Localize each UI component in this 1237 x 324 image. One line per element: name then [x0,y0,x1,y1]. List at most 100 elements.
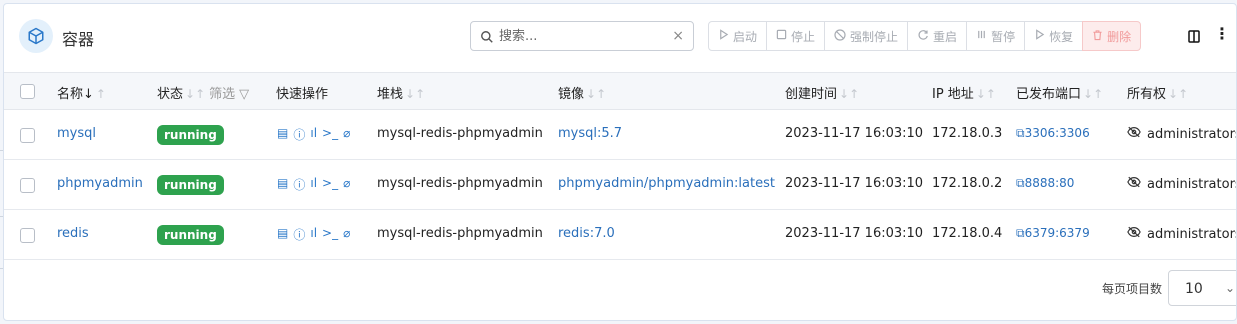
stack-name: mysql-redis-phpmyadmin [377,176,543,191]
quick-actions: ▤ ⓘ ıl >_ ⌀ [277,176,350,193]
stop-button[interactable]: 停止 [766,21,826,51]
column-name[interactable]: 名称↓ ↑ [57,83,106,102]
stack-name: mysql-redis-phpmyadmin [377,226,543,241]
table-header: 名称↓ ↑ 状态 ↓↑ 筛选 ▽ 快速操作 堆栈 ↓↑ 镜像 ↓↑ 创建时间 ↓↑ IP 地址… [4,72,1236,110]
search-icon [480,29,494,48]
stop-label: 停止 [791,29,816,44]
stats-icon[interactable]: ıl [310,226,317,243]
restart-button[interactable]: 重启 [907,21,968,51]
external-link-icon: ⧉ [1016,176,1025,190]
inspect-icon[interactable]: ⓘ [293,226,305,243]
stop-icon [776,29,787,43]
status-badge: running [157,125,224,145]
play-icon [1034,29,1045,43]
stack-name: mysql-redis-phpmyadmin [377,126,543,141]
logs-icon[interactable]: ▤ [277,126,288,143]
more-vertical-icon[interactable]: ⋮ [1214,26,1230,42]
stats-icon[interactable]: ıl [310,126,317,143]
container-name-link[interactable]: redis [57,226,89,241]
start-button[interactable]: 启动 [708,21,768,51]
attach-icon[interactable]: ⌀ [343,126,350,143]
created-time: 2023-11-17 16:03:10 [785,126,924,141]
external-link-icon: ⧉ [1016,226,1025,240]
pause-label: 暂停 [991,29,1016,44]
inspect-icon[interactable]: ⓘ [293,126,305,143]
search-box[interactable]: × [470,21,694,51]
clear-icon[interactable]: × [672,28,684,44]
published-port-link[interactable]: ⧉3306:3306 [1016,126,1090,141]
console-icon[interactable]: >_ [322,126,338,143]
pause-icon [976,29,987,43]
container-name-link[interactable]: phpmyadmin [57,176,143,191]
per-page-value: 10 [1185,281,1203,297]
sort-icon: ↓↑ [839,87,860,101]
column-ports[interactable]: 已发布端口 ↓↑ [1016,83,1103,102]
stats-icon[interactable]: ıl [310,176,317,193]
column-image[interactable]: 镜像 ↓↑ [558,83,606,102]
created-time: 2023-11-17 16:03:10 [785,226,924,241]
restart-label: 重启 [933,29,958,44]
ownership: administrators [1127,176,1236,192]
column-ip[interactable]: IP 地址 ↓↑ [932,83,996,102]
containers-panel: 容器 × 启动 停止 强制停止 重启 [3,3,1237,321]
sort-icon: ↓↑ [975,87,996,101]
ownership: administrators [1127,126,1236,142]
image-link[interactable]: mysql:5.7 [558,126,622,141]
panel-header: 容器 × 启动 停止 强制停止 重启 [4,4,1236,72]
logs-icon[interactable]: ▤ [277,176,288,193]
page-title: 容器 [62,30,95,49]
remove-label: 删除 [1107,29,1132,44]
per-page-label: 每页项目数 [1102,282,1163,296]
resume-label: 恢复 [1049,29,1074,44]
row-checkbox[interactable] [20,128,35,143]
select-all-checkbox[interactable] [20,84,35,99]
action-toolbar: 启动 停止 强制停止 重启 暂停 恢复 删除 [708,21,1142,51]
console-icon[interactable]: >_ [322,176,338,193]
image-link[interactable]: redis:7.0 [558,226,615,241]
logs-icon[interactable]: ▤ [277,226,288,243]
pause-button[interactable]: 暂停 [966,21,1026,51]
row-checkbox[interactable] [20,178,35,193]
container-name-link[interactable]: mysql [57,126,96,141]
sort-desc-icon: ↓ [83,87,94,102]
remove-button[interactable]: 删除 [1082,21,1142,51]
resume-button[interactable]: 恢复 [1024,21,1084,51]
status-badge: running [157,225,224,245]
eye-off-icon [1127,226,1141,242]
columns-icon[interactable] [1188,28,1202,43]
filter-label[interactable]: 筛选 [209,87,235,102]
refresh-icon [917,29,929,44]
filter-icon[interactable]: ▽ [239,87,249,102]
created-time: 2023-11-17 16:03:10 [785,176,924,191]
sort-icon: ↓↑ [185,87,206,101]
column-stack[interactable]: 堆栈 ↓↑ [377,83,425,102]
column-state[interactable]: 状态 ↓↑ 筛选 ▽ [157,83,249,102]
image-link[interactable]: phpmyadmin/phpmyadmin:latest [558,176,775,191]
table-row: redis running ▤ ⓘ ıl >_ ⌀ mysql-redis-ph… [4,210,1236,260]
box-icon [19,19,53,53]
ban-icon [834,28,846,44]
kill-button[interactable]: 强制停止 [824,21,909,51]
attach-icon[interactable]: ⌀ [343,176,350,193]
published-port-link[interactable]: ⧉6379:6379 [1016,226,1090,241]
sort-icon: ↓↑ [405,87,426,101]
eye-off-icon [1127,176,1141,192]
search-input[interactable] [499,26,659,46]
sort-icon: ↑ [95,87,106,101]
column-actions: 快速操作 [276,87,329,102]
console-icon[interactable]: >_ [322,226,338,243]
per-page-select[interactable]: 10 ⌄ [1168,270,1236,306]
column-ownership[interactable]: 所有权 ↓↑ [1127,83,1188,102]
ip-address: 172.18.0.3 [932,126,1003,141]
inspect-icon[interactable]: ⓘ [293,176,305,193]
external-link-icon: ⧉ [1016,126,1025,140]
column-created[interactable]: 创建时间 ↓↑ [785,83,859,102]
table-row: mysql running ▤ ⓘ ıl >_ ⌀ mysql-redis-ph… [4,110,1236,160]
published-port-link[interactable]: ⧉8888:80 [1016,176,1074,191]
row-checkbox[interactable] [20,228,35,243]
status-badge: running [157,175,224,195]
chevron-down-icon: ⌄ [1225,281,1236,295]
eye-off-icon [1127,126,1141,142]
sort-icon: ↓↑ [1168,87,1189,101]
attach-icon[interactable]: ⌀ [343,226,350,243]
